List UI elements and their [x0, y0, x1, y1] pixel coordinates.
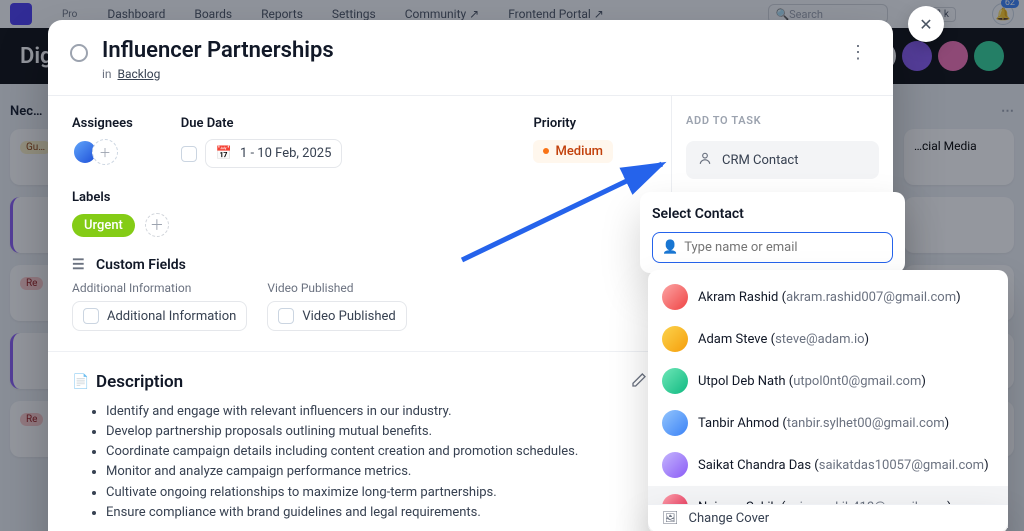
contact-search-input[interactable]	[684, 240, 883, 255]
desc-bullet: Identify and engage with relevant influe…	[106, 402, 647, 422]
custom-fields-icon: ☰	[72, 257, 88, 273]
desc-bullet: Ensure compliance with brand guidelines …	[106, 503, 647, 523]
task-complete-checkbox[interactable]	[70, 44, 88, 62]
add-to-task-heading: ADD TO TASK	[686, 114, 879, 127]
cf-additional-information[interactable]: Additional Information	[72, 301, 247, 331]
cf-col-title-2: Video Published	[267, 281, 406, 295]
cf-value-1: Additional Information	[107, 309, 236, 324]
task-list-link[interactable]: Backlog	[118, 67, 161, 81]
due-date-label: Due Date	[181, 116, 343, 131]
contact-name: Utpol Deb Nath	[698, 374, 786, 389]
contact-avatar	[662, 452, 688, 478]
calendar-icon: 📅	[216, 146, 232, 161]
priority-value: Medium	[555, 144, 603, 159]
contact-avatar	[662, 284, 688, 310]
desc-bullet: Coordinate campaign details including co…	[106, 442, 647, 462]
contact-avatar	[662, 326, 688, 352]
cf-checkbox[interactable]	[83, 308, 99, 324]
contact-search-wrapper[interactable]: 👤	[652, 232, 893, 263]
select-contact-title: Select Contact	[652, 206, 893, 222]
cf-value-2: Video Published	[302, 309, 395, 324]
contact-email: saikatdas10057@gmail.com	[819, 458, 984, 473]
select-contact-popover: Select Contact 👤	[640, 192, 905, 273]
edit-description-button[interactable]	[631, 372, 647, 392]
close-modal-button[interactable]: ✕	[908, 6, 944, 42]
custom-fields-heading: Custom Fields	[96, 257, 186, 273]
label-pill-urgent[interactable]: Urgent	[72, 214, 135, 237]
desc-bullet: Monitor and analyze campaign performance…	[106, 462, 647, 482]
task-more-menu[interactable]: ⋮	[845, 38, 871, 67]
due-date-checkbox[interactable]	[181, 146, 197, 162]
due-date-picker[interactable]: 📅 1 - 10 Feb, 2025	[205, 139, 343, 168]
contact-name: Tanbir Ahmod	[698, 416, 779, 431]
close-icon: ✕	[919, 15, 932, 34]
add-label-button[interactable]: ＋	[145, 213, 169, 237]
contact-name: Akram Rashid	[698, 290, 778, 305]
description-icon: 📄	[72, 374, 88, 390]
contact-name: Adam Steve	[698, 332, 767, 347]
labels-label: Labels	[72, 190, 647, 205]
assignees-label: Assignees	[72, 116, 133, 131]
change-cover-button[interactable]: 🖼 Change Cover	[648, 504, 1008, 531]
add-assignee-button[interactable]: ＋	[92, 139, 118, 165]
contact-email: utpol0nt0@gmail.com	[793, 374, 921, 389]
cf-col-title-1: Additional Information	[72, 281, 247, 295]
contact-email: tanbir.sylhet00@gmail.com	[787, 416, 945, 431]
description-list[interactable]: Identify and engage with relevant influe…	[106, 402, 647, 523]
cf-checkbox[interactable]	[278, 308, 294, 324]
contact-option[interactable]: Akram Rashid (akram.rashid007@gmail.com)	[648, 276, 1008, 318]
contact-dropdown: Akram Rashid (akram.rashid007@gmail.com)…	[648, 270, 1008, 531]
desc-bullet: Cultivate ongoing relationships to maxim…	[106, 483, 647, 503]
crm-contact-label: CRM Contact	[722, 153, 798, 168]
contact-option[interactable]: Tanbir Ahmod (tanbir.sylhet00@gmail.com)	[648, 402, 1008, 444]
cf-video-published[interactable]: Video Published	[267, 301, 406, 331]
contact-avatar	[662, 368, 688, 394]
contact-option[interactable]: Adam Steve (steve@adam.io)	[648, 318, 1008, 360]
contact-name: Saikat Chandra Das	[698, 458, 811, 473]
task-title[interactable]: Influencer Partnerships	[102, 38, 334, 63]
contact-avatar	[662, 410, 688, 436]
person-icon: 👤	[662, 240, 678, 255]
person-icon	[698, 151, 712, 169]
crm-contact-button[interactable]: CRM Contact	[686, 141, 879, 179]
contact-option[interactable]: Utpol Deb Nath (utpol0nt0@gmail.com)	[648, 360, 1008, 402]
priority-chip[interactable]: Medium	[533, 140, 613, 163]
contact-option[interactable]: Saikat Chandra Das (saikatdas10057@gmail…	[648, 444, 1008, 486]
due-date-value: 1 - 10 Feb, 2025	[240, 146, 331, 161]
desc-bullet: Develop partnership proposals outlining …	[106, 422, 647, 442]
task-in-label: in	[102, 67, 112, 81]
change-cover-label: Change Cover	[689, 511, 770, 526]
description-heading: Description	[96, 372, 183, 392]
pencil-icon	[631, 372, 647, 388]
contact-email: steve@adam.io	[775, 332, 864, 347]
priority-label: Priority	[533, 116, 613, 131]
image-icon: 🖼	[662, 511, 679, 526]
contact-email: akram.rashid007@gmail.com	[786, 290, 956, 305]
